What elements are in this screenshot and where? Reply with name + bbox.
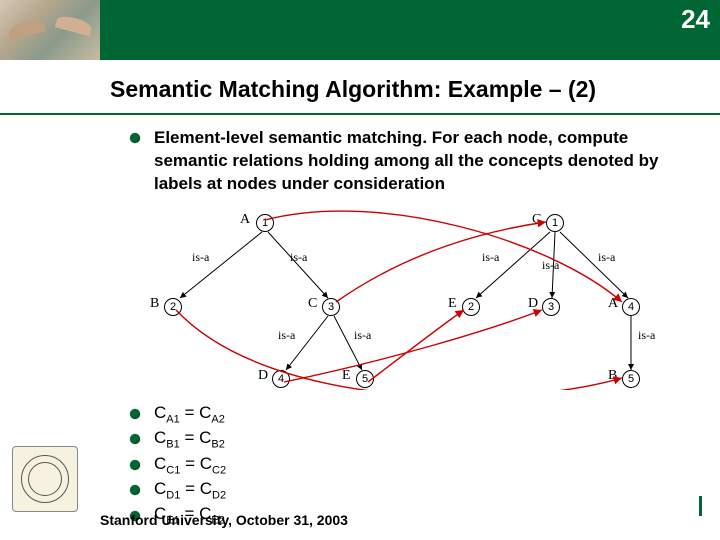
node-label: D — [528, 296, 538, 312]
node-label: D — [258, 368, 268, 384]
edge-label: is-a — [482, 250, 499, 265]
equation-text: CA1 = CA2 — [154, 403, 225, 425]
node: 3 — [542, 298, 560, 316]
edge-label: is-a — [290, 250, 307, 265]
node: 4 — [272, 370, 290, 388]
node: 3 — [322, 298, 340, 316]
node: 1 — [256, 214, 274, 232]
bullet-icon — [130, 460, 140, 470]
edge-label: is-a — [278, 328, 295, 343]
equation-text: CB1 = CB2 — [154, 428, 225, 450]
equation-text: CD1 = CD2 — [154, 479, 226, 501]
main-bullet: Element-level semantic matching. For eac… — [0, 123, 720, 196]
edge-label: is-a — [542, 258, 559, 273]
node-label: A — [240, 212, 250, 228]
node: 1 — [546, 214, 564, 232]
node-label: B — [608, 368, 617, 384]
header-row: 24 — [0, 0, 720, 60]
equation-item: CB1 = CB2 — [130, 428, 720, 450]
seal-logo — [12, 446, 78, 512]
edge-label: is-a — [598, 250, 615, 265]
equation-item: CC1 = CC2 — [130, 454, 720, 476]
equation-text: CC1 = CC2 — [154, 454, 226, 476]
diagram-edges — [150, 210, 680, 390]
node: 2 — [164, 298, 182, 316]
node: 5 — [356, 370, 374, 388]
equation-item: CA1 = CA2 — [130, 403, 720, 425]
edge-label: is-a — [192, 250, 209, 265]
equation-item: CD1 = CD2 — [130, 479, 720, 501]
node-label: B — [150, 296, 159, 312]
page-number: 24 — [681, 4, 710, 35]
edge-label: is-a — [354, 328, 371, 343]
main-bullet-text: Element-level semantic matching. For eac… — [154, 127, 680, 196]
equations-list: CA1 = CA2CB1 = CB2CC1 = CC2CD1 = CD2CE1 … — [0, 398, 720, 527]
edge-label: is-a — [638, 328, 655, 343]
node-label: E — [448, 296, 457, 312]
node-label: A — [608, 296, 618, 312]
bullet-icon — [130, 434, 140, 444]
node: 2 — [462, 298, 480, 316]
node-label: C — [532, 212, 541, 228]
bullet-icon — [130, 485, 140, 495]
footer: Stanford University, October 31, 2003 — [100, 512, 702, 530]
node-label: E — [342, 368, 351, 384]
node: 4 — [622, 298, 640, 316]
footer-text: Stanford University, October 31, 2003 — [100, 512, 348, 528]
title-row: Semantic Matching Algorithm: Example – (… — [0, 60, 720, 115]
footer-accent — [699, 496, 702, 516]
bullet-icon — [130, 133, 140, 143]
bullet-icon — [130, 409, 140, 419]
slide-title: Semantic Matching Algorithm: Example – (… — [110, 76, 702, 103]
content-area: Element-level semantic matching. For eac… — [0, 123, 720, 527]
header-image — [0, 0, 100, 60]
node: 5 — [622, 370, 640, 388]
node-label: C — [308, 296, 317, 312]
header-bar: 24 — [100, 0, 720, 60]
diagram: A 1 B 2 C 3 D 4 E 5 C 1 E 2 D 3 A 4 B 5 … — [150, 210, 680, 390]
